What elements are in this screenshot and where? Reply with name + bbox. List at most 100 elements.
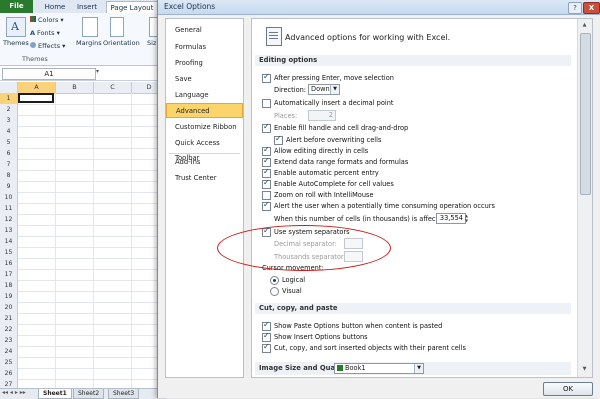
auto-percent-label: Enable automatic percent entry [274, 169, 379, 177]
themes-button[interactable]: Themes [3, 39, 29, 47]
gridline [18, 379, 166, 380]
workbook-select[interactable]: Book1 ▼ [334, 363, 424, 374]
gridline [18, 170, 166, 171]
options-header: Advanced options for working with Excel. [285, 33, 451, 42]
dialog-title: Excel Options [164, 2, 216, 11]
alert-time-checkbox[interactable] [262, 200, 271, 211]
excel-workbook-icon [337, 365, 343, 371]
colors-icon [30, 16, 36, 22]
nav-divider [169, 153, 240, 154]
column-header[interactable]: B [56, 82, 94, 94]
themes-group-label: Themes [22, 55, 48, 63]
nav-item-trust-center[interactable]: Trust Center [166, 171, 243, 186]
margins-icon[interactable] [82, 17, 98, 37]
nav-item-save[interactable]: Save [166, 72, 243, 87]
excel-options-dialog: Excel Options ? X General Formulas Proof… [157, 0, 600, 398]
gridline [18, 302, 166, 303]
name-box[interactable]: A1 [2, 68, 96, 80]
dialog-titlebar[interactable]: Excel Options ? X [158, 0, 600, 15]
places-spinner[interactable]: 2 [308, 110, 336, 121]
nav-item-language[interactable]: Language [166, 88, 243, 103]
gridline [18, 324, 166, 325]
nav-item-advanced[interactable]: Advanced [166, 103, 243, 118]
gridline [18, 313, 166, 314]
paste-options-checkbox[interactable] [262, 320, 271, 331]
effects-button[interactable]: Effects ▾ [30, 42, 65, 50]
size-button[interactable]: Siz [147, 39, 156, 47]
nav-item-add-ins[interactable]: Add-Ins [166, 155, 243, 170]
orientation-button[interactable]: Orientation [103, 39, 140, 47]
scroll-down-icon[interactable]: ▼ [580, 365, 589, 374]
alert-overwrite-label: Alert before overwriting cells [286, 136, 382, 144]
after-enter-label: After pressing Enter, move selection [274, 74, 394, 82]
scroll-up-icon[interactable]: ▲ [580, 21, 589, 30]
fill-handle-label: Enable fill handle and cell drag-and-dro… [274, 124, 409, 132]
insert-options-checkbox[interactable] [262, 331, 271, 342]
ok-button[interactable]: OK [543, 382, 593, 396]
sheet-nav-arrows-icon[interactable]: ◂◂ ◂ ▸ ▸▸ [2, 389, 26, 396]
auto-decimal-label: Automatically insert a decimal point [274, 99, 394, 107]
tab-home[interactable]: Home [40, 1, 70, 13]
autocomplete-checkbox[interactable] [262, 178, 271, 189]
fonts-button[interactable]: A Fonts ▾ [30, 29, 60, 37]
margins-button[interactable]: Margins [76, 39, 102, 47]
gridline [18, 335, 166, 336]
gridline [18, 368, 166, 369]
colors-label: Colors [38, 16, 59, 24]
options-content-pane[interactable]: Advanced options for working with Excel.… [251, 18, 593, 378]
file-tab[interactable]: File [0, 0, 33, 13]
nav-item-quick-access-toolbar[interactable]: Quick Access Toolbar [166, 136, 243, 162]
close-button[interactable]: X [583, 2, 600, 14]
spinner-arrows-icon[interactable]: ▲ ▼ [465, 213, 471, 224]
insert-options-label: Show Insert Options buttons [274, 333, 368, 341]
scroll-thumb[interactable] [580, 33, 591, 195]
cells-affected-label: When this number of cells (in thousands)… [274, 215, 449, 223]
formula-bar: A1 ▾ [0, 66, 166, 81]
gridline [18, 104, 166, 105]
fonts-label: Fonts [37, 29, 55, 37]
nav-item-proofing[interactable]: Proofing [166, 56, 243, 71]
gridline [93, 93, 94, 388]
nav-item-general[interactable]: General [166, 23, 243, 38]
orientation-icon[interactable] [110, 17, 124, 37]
alert-overwrite-checkbox[interactable] [274, 134, 283, 145]
gridline [18, 181, 166, 182]
options-nav: General Formulas Proofing Save Language … [165, 18, 244, 378]
nav-item-formulas[interactable]: Formulas [166, 40, 243, 55]
gridline [18, 159, 166, 160]
gridline [18, 346, 166, 347]
auto-percent-checkbox[interactable] [262, 167, 271, 178]
content-scrollbar[interactable]: ▲ ▼ [577, 19, 592, 377]
fonts-icon: A [30, 29, 36, 37]
gridline [18, 203, 166, 204]
places-label: Places: [274, 112, 298, 120]
gridline [18, 137, 166, 138]
edit-in-cells-checkbox[interactable] [262, 145, 271, 156]
nav-item-customize-ribbon[interactable]: Customize Ribbon [166, 120, 243, 135]
visual-radio[interactable] [270, 287, 279, 296]
zoom-roll-checkbox[interactable] [262, 191, 271, 200]
name-box-dropdown-icon[interactable]: ▾ [96, 68, 99, 75]
zoom-roll-label: Zoom on roll with IntelliMouse [274, 191, 374, 199]
gridline [18, 269, 166, 270]
cut-copy-sort-checkbox[interactable] [262, 342, 271, 353]
help-button[interactable]: ? [568, 2, 582, 14]
logical-radio[interactable] [270, 276, 279, 285]
column-header[interactable]: C [94, 82, 132, 94]
extend-formats-checkbox[interactable] [262, 156, 271, 167]
fill-handle-checkbox[interactable] [262, 122, 271, 133]
ribbon: A Themes Colors ▾ A Fonts ▾ Effects ▾ The… [0, 13, 166, 66]
after-enter-checkbox[interactable] [262, 72, 271, 83]
cells-affected-spinner[interactable]: 33,554 [436, 213, 466, 224]
colors-button[interactable]: Colors ▾ [30, 16, 64, 24]
tab-insert[interactable]: Insert [72, 1, 102, 13]
auto-decimal-checkbox[interactable] [262, 99, 271, 108]
gridline [18, 247, 166, 248]
gridline [18, 236, 166, 237]
gridline [18, 214, 166, 215]
autocomplete-label: Enable AutoComplete for cell values [274, 180, 394, 188]
themes-icon[interactable]: A [6, 17, 26, 37]
active-cell-a1[interactable] [18, 93, 54, 103]
gridline [18, 225, 166, 226]
direction-select[interactable]: Down ▼ [308, 84, 340, 95]
